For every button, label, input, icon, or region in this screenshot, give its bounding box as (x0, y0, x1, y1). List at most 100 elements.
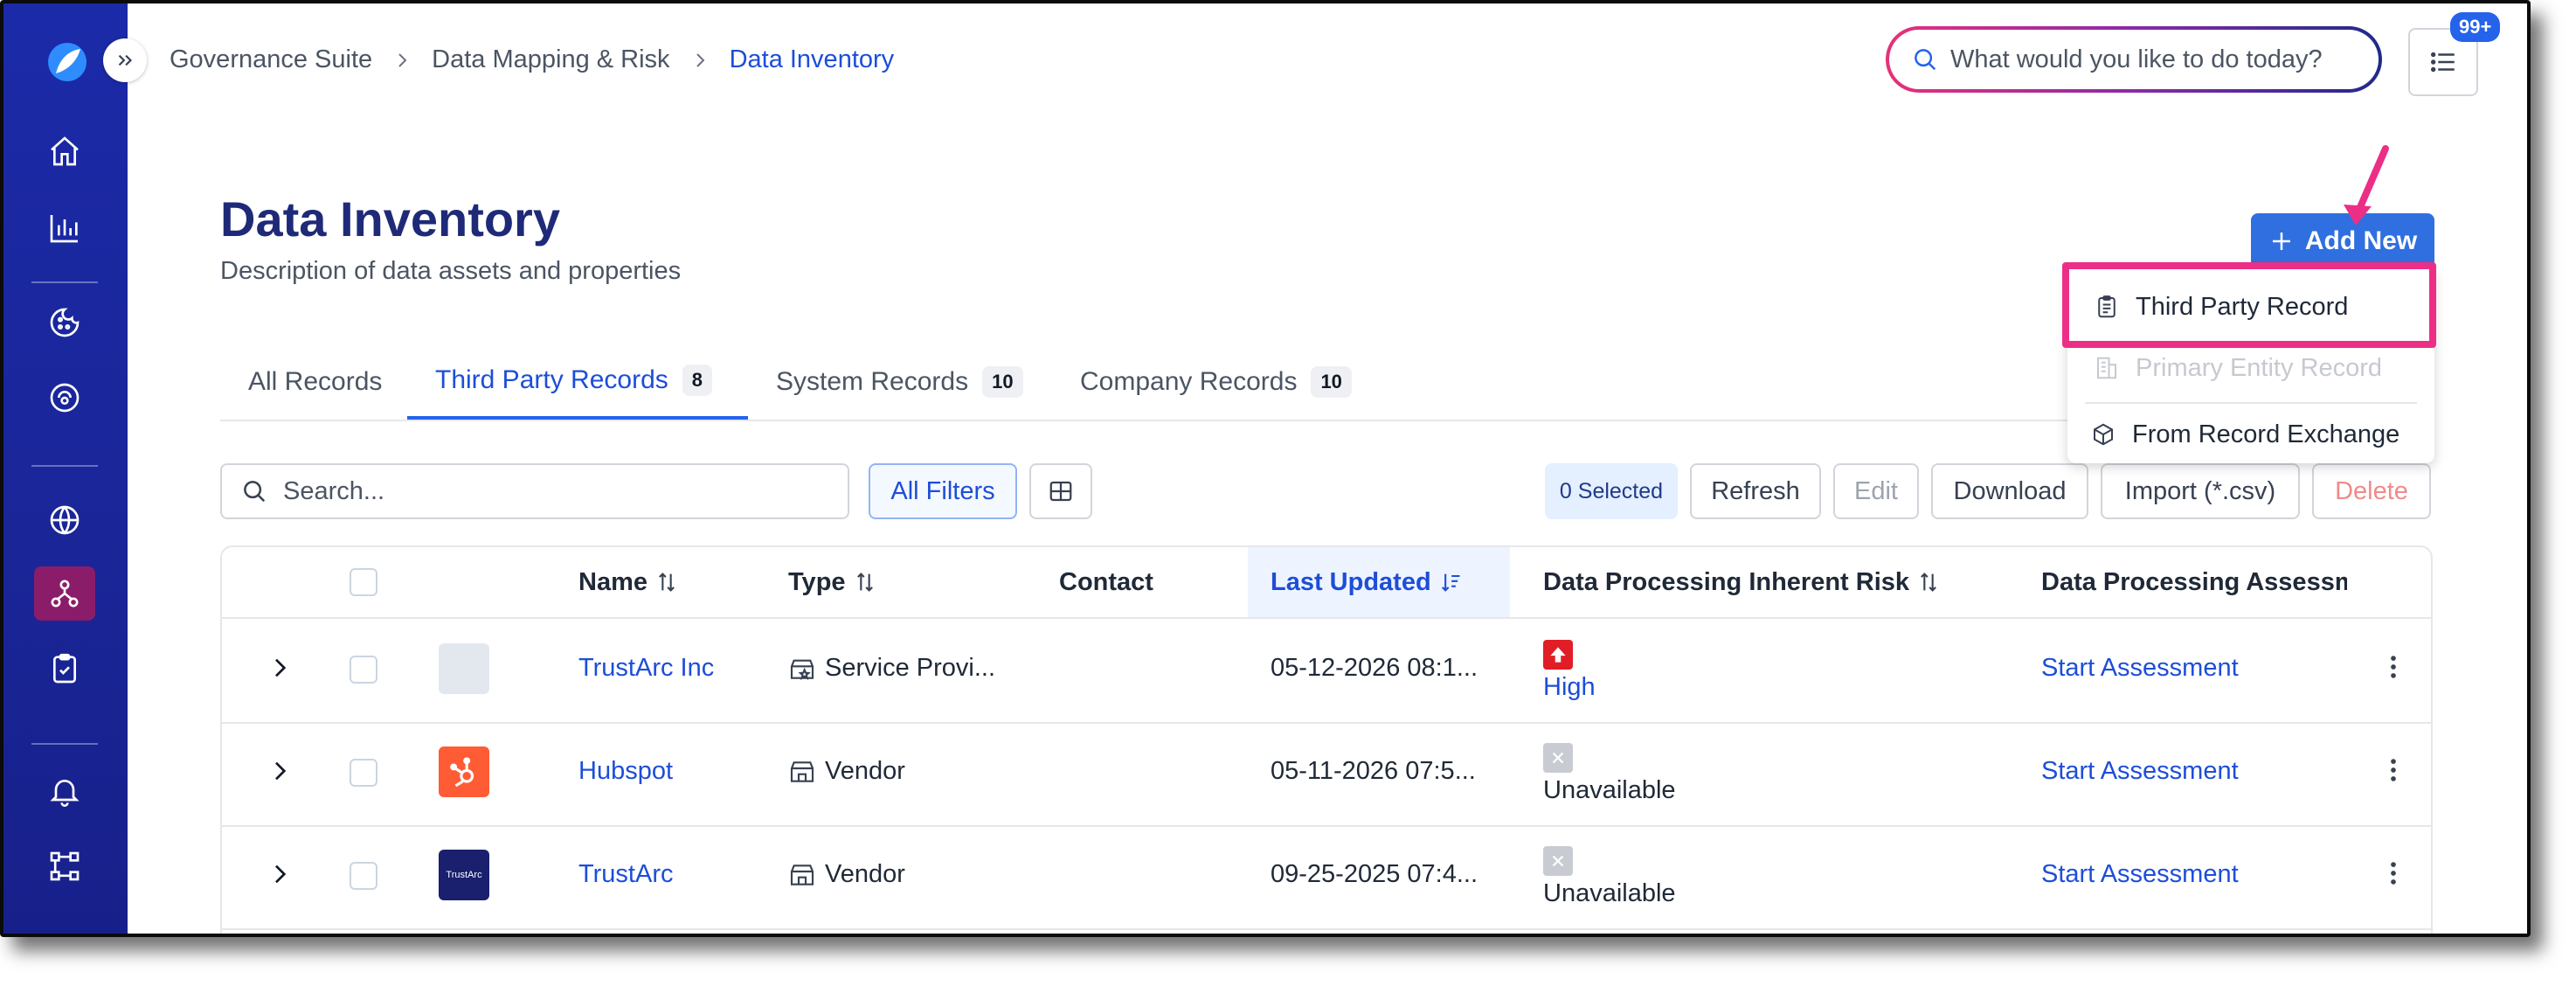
risk-cell: High (1543, 640, 1596, 702)
tab-count-badge: 10 (1311, 366, 1352, 398)
page-title: Data Inventory (220, 191, 560, 246)
last-updated: 09-25-2025 07:4... (1271, 860, 1478, 888)
table-row[interactable]: Hubspot Vendor 05-11-2026 07:5... Unavai… (222, 722, 2431, 827)
more-actions-icon[interactable] (2379, 755, 2408, 785)
cookie-icon[interactable] (34, 295, 95, 350)
column-assessment: Data Processing Assessm (2041, 547, 2347, 617)
table-row[interactable]: TrustArc Inc Service Provi... 05-12-2026… (222, 619, 2431, 724)
annotation-arrow-icon (2344, 145, 2389, 226)
service-provider-icon (790, 659, 814, 680)
checkbox[interactable] (350, 568, 377, 596)
tab-count-badge: 10 (982, 366, 1023, 398)
trustarc-logo: TrustArc (439, 850, 489, 900)
record-name-link[interactable]: Hubspot (578, 757, 673, 786)
checkbox[interactable] (350, 656, 377, 684)
sort-descending-icon[interactable] (1438, 570, 1463, 594)
global-search-input[interactable] (1949, 44, 2354, 75)
unavailable-x-icon (1543, 846, 1573, 876)
vendor-logo (439, 746, 489, 797)
app-logo-icon[interactable] (47, 42, 87, 82)
expand-sidebar-button[interactable] (103, 38, 147, 82)
unavailable-x-icon (1543, 743, 1573, 773)
breadcrumb-governance-suite[interactable]: Governance Suite (170, 45, 372, 74)
chevron-right-icon (391, 50, 412, 71)
notification-badge: 99+ (2450, 12, 2501, 42)
tab-company-records[interactable]: Company Records 10 (1080, 344, 1395, 420)
row-checkbox[interactable] (350, 656, 377, 684)
global-privacy-icon[interactable] (34, 493, 95, 547)
tab-count-badge: 8 (682, 365, 712, 396)
checkbox[interactable] (350, 759, 377, 787)
search-icon (244, 481, 266, 503)
bell-icon[interactable] (34, 764, 95, 818)
import-csv-button[interactable]: Import (*.csv) (2101, 463, 2300, 519)
sort-icon[interactable] (654, 570, 679, 594)
row-checkbox[interactable] (350, 759, 377, 787)
privacy-rights-icon[interactable] (34, 371, 95, 425)
download-button[interactable]: Download (1931, 463, 2088, 519)
chevron-right-icon (689, 50, 710, 71)
start-assessment-link[interactable]: Start Assessment (2041, 654, 2239, 683)
select-all-checkbox[interactable] (350, 547, 377, 617)
global-search[interactable] (1886, 26, 2382, 93)
analytics-icon[interactable] (34, 201, 95, 255)
expand-row-icon[interactable] (266, 860, 294, 888)
start-assessment-link[interactable]: Start Assessment (2041, 860, 2239, 889)
column-name[interactable]: Name (578, 547, 679, 617)
column-label: Last Updated (1271, 567, 1431, 596)
building-icon (2097, 357, 2116, 379)
sidebar-divider (31, 743, 98, 745)
more-actions-icon[interactable] (2379, 652, 2408, 682)
breadcrumb-data-inventory: Data Inventory (729, 45, 895, 73)
column-last-updated[interactable]: Last Updated (1248, 547, 1510, 617)
refresh-button[interactable]: Refresh (1690, 463, 1821, 519)
column-settings-button[interactable] (1029, 463, 1092, 519)
home-icon[interactable] (34, 124, 95, 178)
row-checkbox[interactable] (350, 862, 377, 890)
checkbox[interactable] (350, 862, 377, 890)
record-name-link[interactable]: TrustArc (578, 860, 673, 889)
risk-level: High (1543, 673, 1596, 701)
table-header: Name Type Contact Last Updated Data Proc… (222, 547, 2431, 619)
risk-cell: Unavailable (1543, 846, 1676, 908)
last-updated: 05-11-2026 07:5... (1271, 757, 1476, 785)
tab-all-records[interactable]: All Records (220, 344, 421, 420)
table-columns-icon (1049, 481, 1072, 502)
workflow-icon[interactable] (34, 839, 95, 893)
edit-button[interactable]: Edit (1833, 463, 1919, 519)
breadcrumb-data-mapping-risk[interactable]: Data Mapping & Risk (432, 45, 669, 74)
list-icon (2430, 52, 2455, 73)
column-inherent-risk[interactable]: Data Processing Inherent Risk (1543, 547, 1941, 617)
arrow-up-icon (1543, 640, 1573, 670)
record-type: Vendor (788, 860, 905, 889)
records-search[interactable] (220, 463, 849, 519)
delete-button[interactable]: Delete (2312, 463, 2431, 519)
expand-row-icon[interactable] (266, 654, 294, 682)
start-assessment-link[interactable]: Start Assessment (2041, 757, 2239, 786)
tab-system-records[interactable]: System Records 10 (776, 344, 1064, 420)
sort-icon[interactable] (1916, 570, 1941, 594)
column-type[interactable]: Type (788, 547, 877, 617)
settings-icon[interactable] (34, 913, 95, 934)
selected-count: 0 Selected (1545, 463, 1678, 519)
menu-item-from-record-exchange[interactable]: From Record Exchange (2067, 404, 2434, 465)
column-contact: Contact (1059, 547, 1153, 617)
placeholder-logo (439, 643, 489, 694)
table-row[interactable]: TrustArc TrustArc Vendor 09-25-2025 07:4… (222, 825, 2431, 930)
risk-cell: Unavailable (1543, 743, 1676, 805)
column-label: Data Processing Assessm (2041, 567, 2347, 596)
tab-label: System Records (776, 367, 969, 396)
sort-icon[interactable] (853, 570, 877, 594)
record-name-link[interactable]: TrustArc Inc (578, 654, 714, 683)
double-chevron-right-icon (118, 54, 133, 66)
more-actions-icon[interactable] (2379, 858, 2408, 888)
column-label: Data Processing Inherent Risk (1543, 567, 1910, 596)
assessment-clipboard-icon[interactable] (34, 642, 95, 696)
expand-row-icon[interactable] (266, 757, 294, 785)
tab-label: Third Party Records (435, 365, 668, 394)
data-mapping-icon[interactable] (34, 566, 95, 621)
vendor-logo: TrustArc (439, 850, 489, 900)
records-search-input[interactable] (281, 476, 809, 507)
tab-third-party-records[interactable]: Third Party Records 8 (407, 344, 748, 420)
all-filters-button[interactable]: All Filters (869, 463, 1017, 519)
